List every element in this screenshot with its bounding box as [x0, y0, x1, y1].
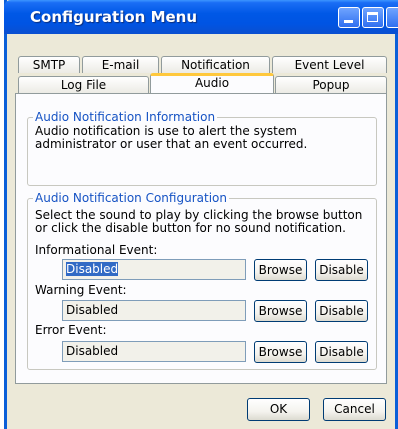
info-group-text: Audio notification is use to alert the s…: [35, 124, 308, 151]
tab-smtp[interactable]: SMTP: [18, 56, 80, 73]
cancel-button[interactable]: Cancel: [323, 398, 386, 421]
warning-event-label: Warning Event:: [35, 283, 127, 297]
warning-disable-button[interactable]: Disable: [315, 300, 368, 322]
config-group-title: Audio Notification Configuration: [33, 191, 229, 205]
error-browse-button[interactable]: Browse: [254, 341, 307, 363]
minimize-icon[interactable]: [338, 7, 360, 28]
informational-disable-button[interactable]: Disable: [315, 259, 368, 281]
informational-browse-button[interactable]: Browse: [254, 259, 307, 281]
informational-sound-field[interactable]: Disabled: [62, 259, 246, 280]
tab-log-file[interactable]: Log File: [18, 76, 149, 93]
maximize-icon[interactable]: [362, 7, 384, 28]
ok-button[interactable]: OK: [247, 398, 310, 421]
warning-sound-field[interactable]: Disabled: [62, 300, 246, 321]
informational-event-label: Informational Event:: [35, 243, 158, 257]
tab-popup[interactable]: Popup: [275, 76, 387, 93]
tab-email[interactable]: E-mail: [82, 56, 159, 73]
config-instructions: Select the sound to play by clicking the…: [35, 208, 363, 235]
tab-audio[interactable]: Audio: [150, 73, 274, 93]
warning-browse-button[interactable]: Browse: [254, 300, 307, 322]
error-sound-field[interactable]: Disabled: [62, 341, 246, 362]
tab-event-level[interactable]: Event Level: [272, 56, 387, 73]
info-group-title: Audio Notification Information: [33, 110, 218, 124]
tab-notification[interactable]: Notification: [161, 56, 270, 73]
close-icon[interactable]: [386, 7, 398, 28]
error-disable-button[interactable]: Disable: [315, 341, 368, 363]
error-event-label: Error Event:: [35, 323, 107, 337]
window-title: Configuration Menu: [30, 8, 198, 26]
title-bar[interactable]: Configuration Menu: [4, 0, 398, 34]
